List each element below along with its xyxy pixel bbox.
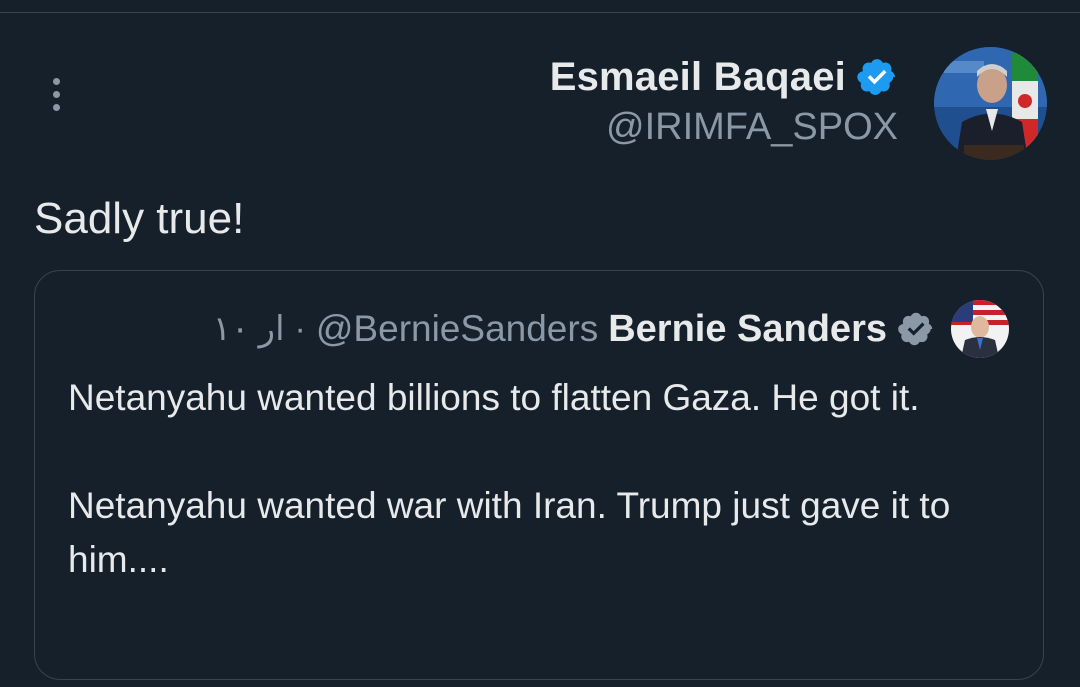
quoted-tweet-paragraph: Netanyahu wanted billions to flatten Gaz… bbox=[68, 377, 920, 418]
author-avatar[interactable] bbox=[934, 47, 1047, 160]
more-dot bbox=[52, 90, 60, 98]
verified-badge-icon bbox=[898, 312, 933, 346]
tweet-text: Sadly true! bbox=[34, 194, 245, 243]
more-options-button[interactable] bbox=[38, 72, 74, 116]
top-divider bbox=[0, 12, 1080, 13]
tweet-author: Esmaeil Baqaei @IRIMFA_SPOX bbox=[550, 50, 898, 150]
author-name[interactable]: Esmaeil Baqaei bbox=[550, 55, 846, 100]
author-handle[interactable]: @IRIMFA_SPOX bbox=[550, 104, 898, 150]
quoted-tweet-body: Netanyahu wanted billions to flatten Gaz… bbox=[68, 371, 1028, 587]
quoted-tweet-card[interactable]: ۱۰ ار · @BernieSanders Bernie Sanders Ne… bbox=[34, 270, 1044, 680]
quoted-tweet-paragraph: Netanyahu wanted war with Iran. Trump ju… bbox=[68, 485, 951, 580]
quoted-author-handle[interactable]: @BernieSanders bbox=[316, 308, 598, 350]
more-vertical-icon bbox=[52, 77, 60, 85]
quoted-tweet-header: ۱۰ ار · @BernieSanders Bernie Sanders bbox=[213, 299, 1009, 359]
quoted-tweet-time[interactable]: ۱۰ ار bbox=[213, 309, 285, 349]
avatar-image bbox=[934, 47, 1047, 160]
quoted-author-name[interactable]: Bernie Sanders bbox=[608, 308, 887, 351]
quoted-author-avatar[interactable] bbox=[951, 300, 1009, 358]
quoted-avatar-image bbox=[951, 300, 1009, 358]
more-dot bbox=[52, 103, 60, 111]
verified-badge-icon bbox=[857, 59, 895, 95]
author-name-row: Esmaeil Baqaei bbox=[550, 50, 898, 104]
separator-dot: · bbox=[294, 309, 306, 348]
